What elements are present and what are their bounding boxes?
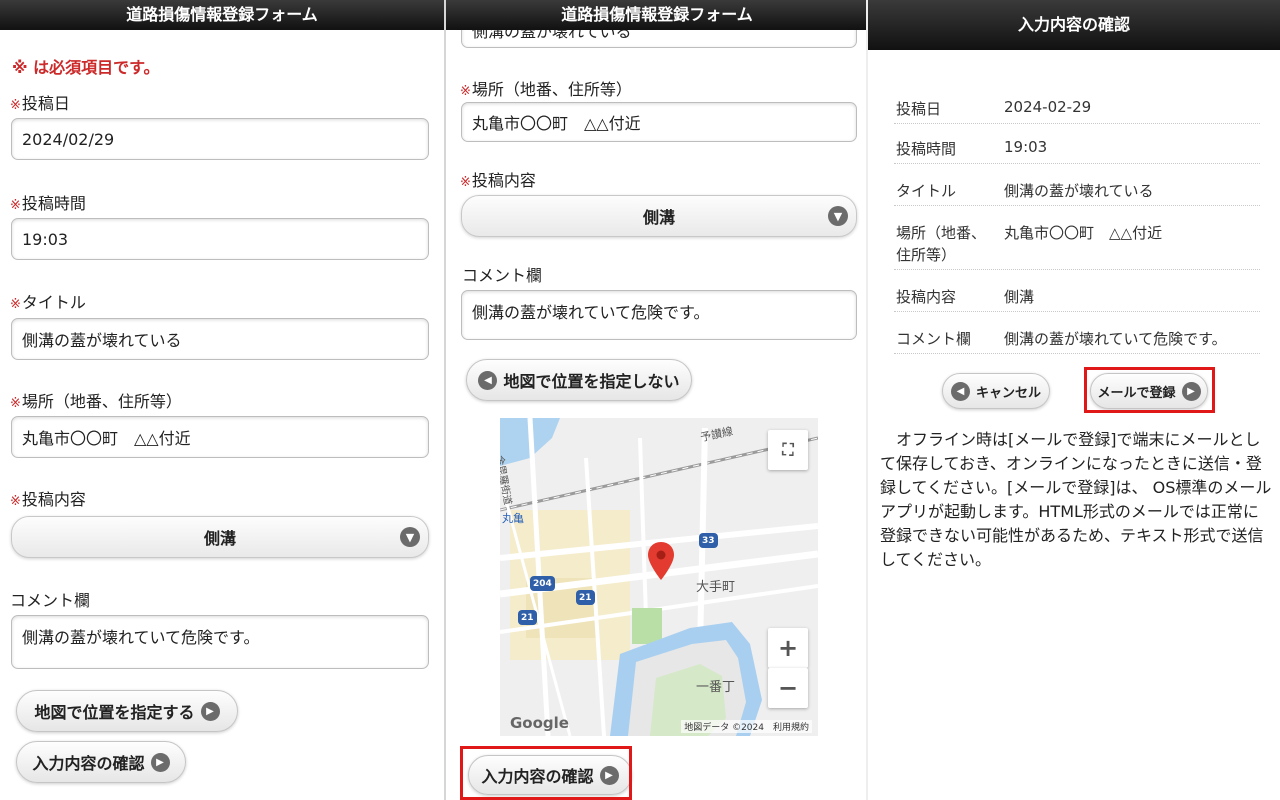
cancel-button[interactable]: ◀ キャンセル: [942, 373, 1050, 409]
confirm-header: 入力内容の確認: [868, 0, 1280, 50]
map-unspecify-button[interactable]: ◀ 地図で位置を指定しない: [466, 359, 692, 401]
confirm-row-key: タイトル: [896, 182, 957, 200]
highlight-box: [1084, 367, 1215, 413]
content-select-value: 側溝: [203, 529, 236, 548]
required-mark: ※: [10, 494, 21, 509]
required-mark: ※: [460, 175, 471, 190]
arrow-left-icon: ◀: [950, 381, 970, 401]
comment-textarea[interactable]: 側溝の蓋が壊れていて危険です。: [461, 290, 857, 340]
form-panel-map: 側溝の蓋が壊れている 道路損傷情報登録フォーム ※場所（地番、住所等） 丸亀市〇…: [446, 0, 868, 800]
confirm-row-key: 投稿内容: [896, 288, 957, 306]
confirm-row-key: コメント欄: [896, 330, 972, 348]
location-label: ※場所（地番、住所等）: [460, 80, 632, 99]
arrow-right-icon: ▶: [150, 752, 170, 772]
map-specify-button-label: 地図で位置を指定する: [34, 703, 195, 722]
required-mark: ※: [10, 198, 21, 213]
confirm-row-value: 側溝: [1004, 288, 1035, 306]
required-mark: ※: [10, 98, 21, 113]
date-label: ※投稿日: [10, 94, 70, 113]
map-specify-button[interactable]: 地図で位置を指定する ▶: [16, 690, 238, 732]
confirm-row-value: 19:03: [1004, 138, 1048, 156]
location-map[interactable]: 予讃線 丸亀 金毘羅街道 大手町 一番丁 33 204 21 21 ⛶ + − …: [500, 418, 818, 736]
highlight-box: [460, 746, 632, 800]
chevron-down-icon: ▼: [828, 206, 848, 226]
confirm-row: 投稿日 2024-02-29: [894, 98, 1260, 124]
confirm-row-key: 場所（地番、住所等）: [896, 224, 987, 264]
route-badge: 21: [576, 590, 595, 605]
time-field[interactable]: 19:03: [11, 218, 429, 260]
location-field[interactable]: 丸亀市〇〇町 △△付近: [461, 102, 857, 142]
date-field[interactable]: 2024/02/29: [11, 118, 429, 160]
map-district-label: 大手町: [696, 580, 736, 595]
google-logo: Google: [510, 714, 569, 732]
required-mark: ※: [460, 84, 471, 99]
title-label: ※タイトル: [10, 293, 86, 312]
map-attribution[interactable]: 地図データ ©2024 利用規約: [681, 720, 812, 733]
form-header: 道路損傷情報登録フォーム: [446, 0, 868, 30]
content-select[interactable]: 側溝 ▼: [11, 516, 429, 558]
form-header: 道路損傷情報登録フォーム: [0, 0, 444, 30]
confirm-row: コメント欄 側溝の蓋が壊れていて危険です。: [894, 328, 1260, 354]
map-district-label: 一番丁: [696, 680, 736, 695]
map-station-label: 丸亀: [502, 512, 524, 525]
confirm-panel: 入力内容の確認 投稿日 2024-02-29 投稿時間 19:03 タイトル 側…: [868, 0, 1280, 800]
zoom-out-icon[interactable]: −: [768, 668, 808, 708]
confirm-row: 場所（地番、住所等） 丸亀市〇〇町 △△付近: [894, 222, 1260, 270]
comment-label: コメント欄: [10, 591, 91, 610]
cancel-button-label: キャンセル: [975, 385, 1041, 401]
comment-label: コメント欄: [462, 266, 543, 285]
chevron-down-icon: ▼: [400, 527, 420, 547]
content-label: ※投稿内容: [460, 171, 536, 190]
content-select-value: 側溝: [642, 208, 675, 227]
confirm-row-value: 2024-02-29: [1004, 98, 1092, 116]
fullscreen-icon[interactable]: ⛶: [768, 430, 808, 470]
confirm-row-key: 投稿日: [896, 100, 942, 118]
confirm-input-button-label: 入力内容の確認: [32, 754, 145, 773]
confirm-row-value: 側溝の蓋が壊れている: [1004, 182, 1154, 200]
confirm-row: 投稿時間 19:03: [894, 138, 1260, 164]
location-field[interactable]: 丸亀市〇〇町 △△付近: [11, 416, 429, 458]
confirm-row-value: 丸亀市〇〇町 △△付近: [1004, 224, 1163, 242]
route-badge: 33: [699, 533, 718, 548]
content-select[interactable]: 側溝 ▼: [461, 195, 857, 237]
map-unspecify-button-label: 地図で位置を指定しない: [503, 372, 680, 391]
zoom-in-icon[interactable]: +: [768, 628, 808, 668]
confirm-row-key: 投稿時間: [896, 140, 957, 158]
route-badge: 21: [518, 610, 537, 625]
arrow-left-icon: ◀: [478, 370, 498, 390]
required-mark: ※: [10, 396, 21, 411]
confirm-row: タイトル 側溝の蓋が壊れている: [894, 180, 1260, 206]
offline-instructions: オフライン時は[メールで登録]で端末にメールとして保存しておき、オンラインになっ…: [880, 430, 1272, 569]
confirm-input-button[interactable]: 入力内容の確認 ▶: [16, 741, 186, 783]
confirm-row: 投稿内容 側溝: [894, 286, 1260, 312]
route-badge: 204: [530, 576, 555, 591]
required-notice: ※ は必須項目です。: [12, 58, 160, 77]
comment-textarea[interactable]: 側溝の蓋が壊れていて危険です。: [11, 615, 429, 669]
content-label: ※投稿内容: [10, 490, 86, 509]
confirm-row-value: 側溝の蓋が壊れていて危険です。: [1004, 330, 1227, 348]
arrow-right-icon: ▶: [200, 701, 220, 721]
title-field[interactable]: 側溝の蓋が壊れている: [11, 318, 429, 360]
form-panel-input: 道路損傷情報登録フォーム ※ は必須項目です。 ※投稿日 2024/02/29 …: [0, 0, 444, 800]
location-label: ※場所（地番、住所等）: [10, 392, 182, 411]
map-pin-icon[interactable]: [648, 542, 674, 580]
required-mark: ※: [10, 297, 21, 312]
time-label: ※投稿時間: [10, 194, 86, 213]
